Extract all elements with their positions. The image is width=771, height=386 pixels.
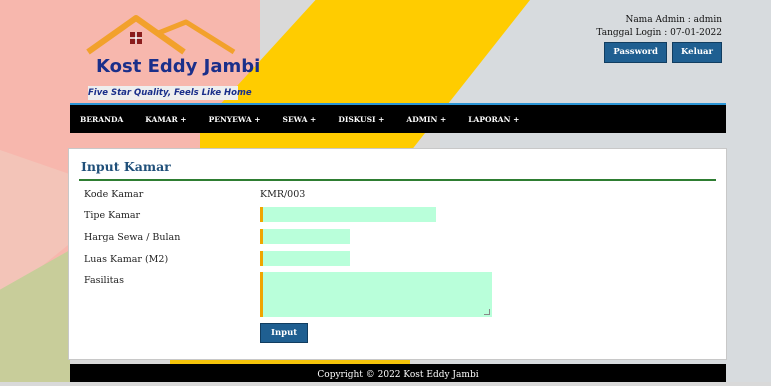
kode-kamar-value: KMR/003 [260,189,306,200]
input-kamar-panel: Input Kamar Kode Kamar KMR/003 Tipe Kama… [68,148,727,360]
nav-item-diskusi[interactable]: DISKUSI + [327,115,395,124]
fasilitas-textarea[interactable] [260,272,492,317]
nav-item-beranda[interactable]: BERANDA [70,115,134,124]
site-logo[interactable]: Kost Eddy Jambi Five Star Quality, Feels… [78,14,260,100]
logo-tagline: Five Star Quality, Feels Like Home [88,86,252,100]
harga-sewa-input[interactable] [260,229,350,244]
login-date: Tanggal Login : 07-01-2022 [596,28,722,38]
nav-item-admin[interactable]: ADMIN + [395,115,457,124]
footer: Copyright © 2022 Kost Eddy Jambi [70,364,726,382]
nav-item-kamar[interactable]: KAMAR + [134,115,197,124]
resize-handle-icon[interactable] [484,309,490,315]
nav-item-penyewa[interactable]: PENYEWA + [198,115,272,124]
fasilitas-label: Fasilitas [84,275,124,286]
nav-item-sewa[interactable]: SEWA + [272,115,328,124]
input-submit-button[interactable]: Input [260,323,309,343]
panel-title: Input Kamar [81,159,171,174]
nav-item-laporan[interactable]: LAPORAN + [457,115,530,124]
admin-name: Nama Admin : admin [625,15,722,25]
password-button[interactable]: Password [604,42,667,63]
harga-sewa-label: Harga Sewa / Bulan [84,232,181,243]
luas-kamar-label: Luas Kamar (M2) [84,254,169,265]
logo-title: Kost Eddy Jambi [96,56,261,77]
panel-divider [79,179,716,181]
house-logo-icon [86,15,236,55]
luas-kamar-input[interactable] [260,251,350,266]
main-navbar: BERANDA KAMAR + PENYEWA + SEWA + DISKUSI… [70,103,726,133]
tipe-kamar-input[interactable] [260,207,436,222]
tipe-kamar-label: Tipe Kamar [84,210,141,221]
kode-kamar-label: Kode Kamar [84,189,144,200]
admin-actions: Password Keluar [596,42,722,63]
admin-info: Nama Admin : admin Tanggal Login : 07-01… [596,14,722,63]
logout-button[interactable]: Keluar [671,42,722,63]
